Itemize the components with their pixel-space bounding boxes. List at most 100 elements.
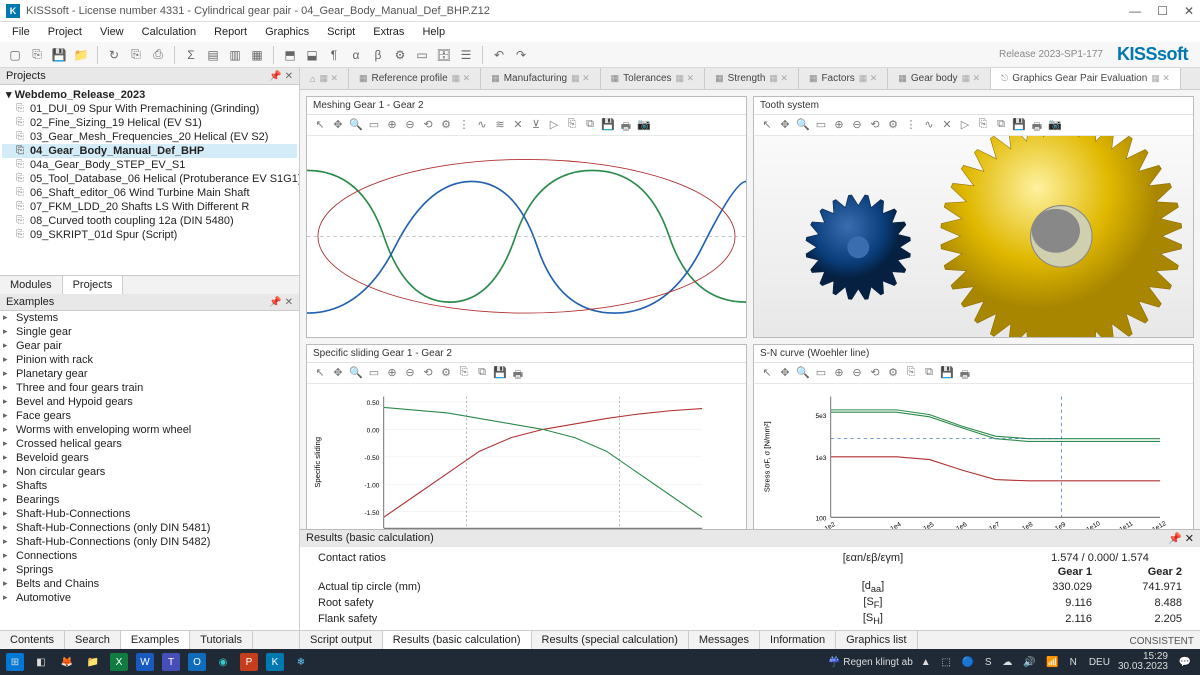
zoom-icon[interactable]: 🔍 [796, 366, 810, 380]
example-item[interactable]: Bevel and Hypoid gears [0, 395, 299, 409]
example-item[interactable]: Worms with enveloping worm wheel [0, 423, 299, 437]
tab-results-(basic-calculation)[interactable]: Results (basic calculation) [383, 631, 532, 649]
example-item[interactable]: Systems [0, 311, 299, 325]
firefox-icon[interactable]: 🦊 [58, 653, 76, 671]
explorer-icon[interactable]: 📁 [84, 653, 102, 671]
redo-icon[interactable]: ↷ [512, 46, 530, 64]
cam-icon[interactable]: 📷 [637, 118, 651, 132]
lang-label[interactable]: DEU [1089, 657, 1110, 668]
maximize-button[interactable]: ☐ [1157, 4, 1168, 18]
tab-manufacturing[interactable]: ▦Manufacturing ▦ ✕ [481, 68, 600, 89]
y-icon[interactable]: ⊻ [529, 118, 543, 132]
opt-icon[interactable]: ⋮ [904, 118, 918, 132]
x-icon[interactable]: ✕ [940, 118, 954, 132]
list-icon[interactable]: ☰ [457, 46, 475, 64]
export-icon[interactable]: ⎘ [976, 118, 990, 132]
alpha-icon[interactable]: α [347, 46, 365, 64]
tab-messages[interactable]: Messages [689, 631, 760, 649]
settings-icon[interactable]: ⚙ [886, 118, 900, 132]
select-icon[interactable]: ↖ [760, 118, 774, 132]
db-icon[interactable]: 🗄 [435, 46, 453, 64]
snow-icon[interactable]: ❄ [292, 653, 310, 671]
sliding-chart[interactable]: -1.50-1.00-0.500.000.50-25-20-15-10-5051… [307, 384, 746, 529]
export-icon[interactable]: ⎘ [565, 118, 579, 132]
tab-examples[interactable]: Examples [121, 631, 190, 649]
save2-icon[interactable]: 💾 [493, 366, 507, 380]
start-icon[interactable]: ⊞ [6, 653, 24, 671]
refresh-icon[interactable]: ↻ [105, 46, 123, 64]
open-icon[interactable]: ⎘ [28, 46, 46, 64]
zoomout-icon[interactable]: ⊖ [850, 366, 864, 380]
tab-search[interactable]: Search [65, 631, 121, 649]
curve2-icon[interactable]: ≋ [493, 118, 507, 132]
tray-icons[interactable]: ▲ ⬚ 🔵 S ☁ 🔊 📶 N [921, 657, 1081, 668]
menu-help[interactable]: Help [414, 24, 453, 40]
select-icon[interactable]: ↖ [760, 366, 774, 380]
save2-icon[interactable]: 💾 [601, 118, 615, 132]
copy-icon[interactable]: ⎘ [127, 46, 145, 64]
graph-icon[interactable]: ⬓ [303, 46, 321, 64]
copy2-icon[interactable]: ⧉ [583, 118, 597, 132]
project-item[interactable]: 04_Gear_Body_Manual_Def_BHP [2, 144, 297, 158]
reset-icon[interactable]: ⟲ [421, 118, 435, 132]
zoomout-icon[interactable]: ⊖ [850, 118, 864, 132]
menu-file[interactable]: File [4, 24, 38, 40]
export-icon[interactable]: ⎘ [904, 366, 918, 380]
examples-pin-icon[interactable]: 📌 ✕ [269, 297, 293, 308]
undo-icon[interactable]: ↶ [490, 46, 508, 64]
edge-icon[interactable]: ◉ [214, 653, 232, 671]
minimize-button[interactable]: — [1129, 4, 1141, 18]
zoomout-icon[interactable]: ⊖ [403, 366, 417, 380]
new-icon[interactable]: ▢ [6, 46, 24, 64]
example-item[interactable]: Pinion with rack [0, 353, 299, 367]
print-icon[interactable]: 🖶 [511, 366, 525, 380]
project-item[interactable]: 09_SKRIPT_01d Spur (Script) [2, 228, 297, 242]
outlook-icon[interactable]: O [188, 653, 206, 671]
doc-icon[interactable]: ▥ [226, 46, 244, 64]
fit-icon[interactable]: ▭ [814, 366, 828, 380]
move-icon[interactable]: ✥ [331, 118, 345, 132]
paste-icon[interactable]: ⎙ [149, 46, 167, 64]
menu-extras[interactable]: Extras [365, 24, 412, 40]
print-icon[interactable]: 🖶 [619, 118, 633, 132]
fit-icon[interactable]: ▭ [367, 118, 381, 132]
project-root[interactable]: ▾ Webdemo_Release_2023 [2, 87, 297, 102]
copy2-icon[interactable]: ⧉ [475, 366, 489, 380]
settings-icon[interactable]: ⚙ [439, 118, 453, 132]
reset-icon[interactable]: ⟲ [868, 118, 882, 132]
project-item[interactable]: 06_Shaft_editor_06 Wind Turbine Main Sha… [2, 186, 297, 200]
cam-icon[interactable]: 📷 [1048, 118, 1062, 132]
project-item[interactable]: 01_DUI_09 Spur With Premachining (Grindi… [2, 102, 297, 116]
box-icon[interactable]: ▭ [413, 46, 431, 64]
meshing-graphic[interactable] [307, 136, 746, 337]
print-icon[interactable]: 🖶 [958, 366, 972, 380]
play-icon[interactable]: ▷ [547, 118, 561, 132]
project-item[interactable]: 08_Curved tooth coupling 12a (DIN 5480) [2, 214, 297, 228]
menu-project[interactable]: Project [40, 24, 90, 40]
tab-graphics-list[interactable]: Graphics list [836, 631, 918, 649]
save-icon[interactable]: 💾 [50, 46, 68, 64]
example-item[interactable]: Beveloid gears [0, 451, 299, 465]
teams-icon[interactable]: T [162, 653, 180, 671]
zoomout-icon[interactable]: ⊖ [403, 118, 417, 132]
zoom-icon[interactable]: 🔍 [349, 366, 363, 380]
reset-icon[interactable]: ⟲ [421, 366, 435, 380]
tab-tolerances[interactable]: ▦Tolerances ▦ ✕ [601, 68, 705, 89]
fit-icon[interactable]: ▭ [367, 366, 381, 380]
excel-icon[interactable]: X [110, 653, 128, 671]
sn-chart[interactable]: 1001e35e31e21e41e51e61e71e81e91e101e111e… [754, 384, 1193, 529]
results-pin-icon[interactable]: 📌 ✕ [1168, 532, 1194, 545]
print-icon[interactable]: 🖶 [1030, 118, 1044, 132]
example-item[interactable]: Automotive [0, 591, 299, 605]
example-item[interactable]: Three and four gears train [0, 381, 299, 395]
example-item[interactable]: Planetary gear [0, 367, 299, 381]
move-icon[interactable]: ✥ [778, 118, 792, 132]
tab-graphics-gear-pair-evaluation[interactable]: ⎋Graphics Gear Pair Evaluation ▦ ✕ [991, 68, 1181, 89]
settings-icon[interactable]: ⚙ [439, 366, 453, 380]
tab-projects[interactable]: Projects [63, 276, 124, 294]
projects-pin-icon[interactable]: 📌 ✕ [269, 71, 293, 82]
opt-icon[interactable]: ⋮ [457, 118, 471, 132]
sigma-icon[interactable]: Σ [182, 46, 200, 64]
zoom-icon[interactable]: 🔍 [349, 118, 363, 132]
example-item[interactable]: Gear pair [0, 339, 299, 353]
